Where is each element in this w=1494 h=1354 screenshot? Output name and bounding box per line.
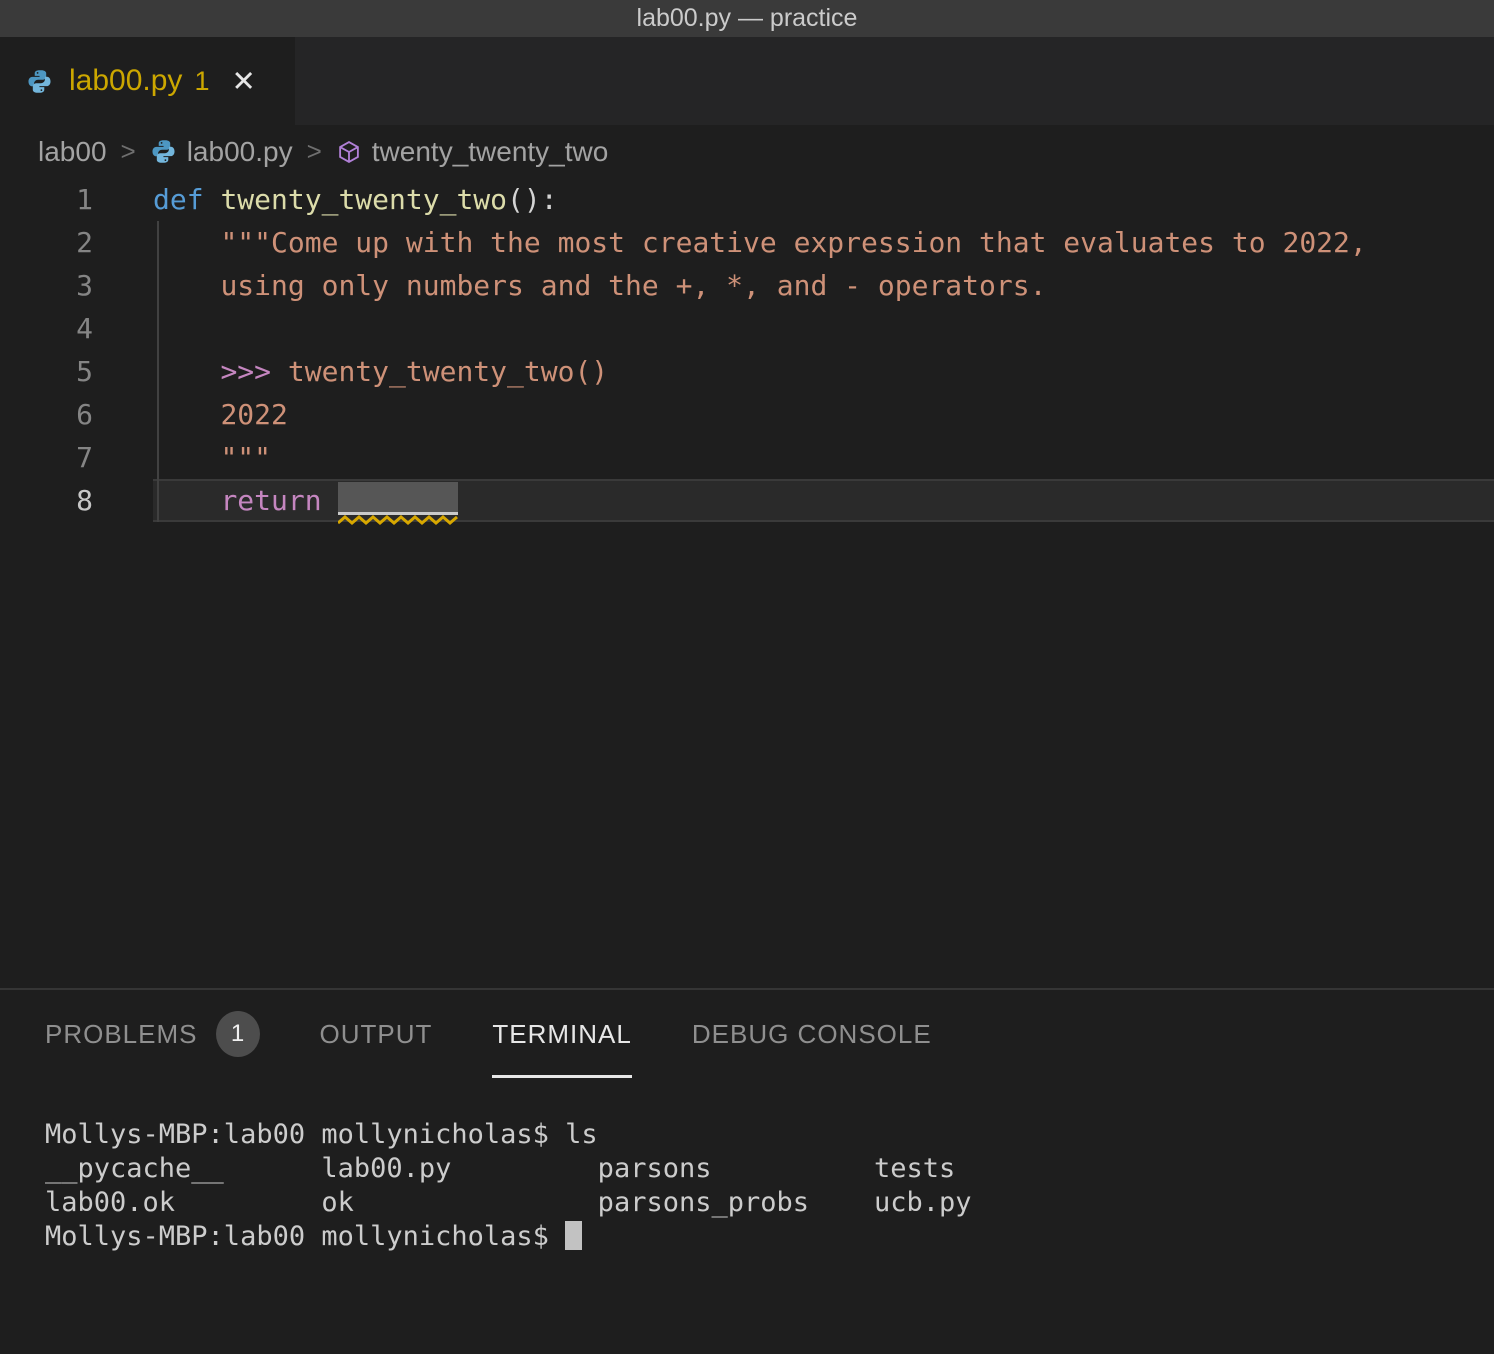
code-token — [153, 355, 220, 388]
code-line[interactable]: 1 def twenty_twenty_two(): — [0, 178, 1494, 221]
panel-tab-label: DEBUG CONSOLE — [692, 1019, 932, 1050]
code-token: (): — [507, 183, 558, 216]
panel-tab-label: TERMINAL — [492, 1019, 631, 1050]
terminal-line: Mollys-MBP:lab00 mollynicholas$ ls — [45, 1119, 598, 1150]
code-line[interactable]: 7 """ — [0, 436, 1494, 479]
panel-tab-debug-console[interactable]: DEBUG CONSOLE — [692, 990, 932, 1078]
line-body[interactable]: """ — [153, 436, 1494, 479]
terminal-output[interactable]: Mollys-MBP:lab00 mollynicholas$ ls __pyc… — [0, 1078, 1494, 1254]
tab-lab00-py[interactable]: lab00.py 1 ✕ — [0, 37, 295, 125]
line-body[interactable]: return — [153, 479, 1494, 522]
code-token: using only numbers and the +, *, and - o… — [220, 269, 1046, 302]
editor-tab-bar: lab00.py 1 ✕ — [0, 37, 1494, 125]
line-number[interactable]: 2 — [0, 221, 93, 264]
code-token: twenty_twenty_two() — [288, 355, 608, 388]
line-body[interactable]: def twenty_twenty_two(): — [153, 178, 1494, 221]
code-token — [153, 269, 220, 302]
line-body[interactable]: """Come up with the most creative expres… — [153, 221, 1494, 264]
close-icon[interactable]: ✕ — [231, 64, 255, 99]
code-token — [153, 484, 220, 517]
symbol-namespace-icon — [336, 139, 362, 165]
chevron-right-icon: > — [121, 136, 136, 167]
code-line[interactable]: 8 return — [0, 479, 1494, 522]
code-token: 2022 — [220, 398, 287, 431]
code-token: """Come up with the most creative expres… — [220, 226, 1366, 259]
terminal-cursor — [565, 1221, 582, 1250]
panel-tab-label: PROBLEMS — [45, 1019, 198, 1050]
code-line[interactable]: 5 >>> twenty_twenty_two() — [0, 350, 1494, 393]
warning-highlight-box — [338, 482, 458, 515]
line-number[interactable]: 1 — [0, 178, 93, 221]
code-token: twenty_twenty_two — [220, 183, 507, 216]
tab-label: lab00.py — [69, 64, 182, 98]
code-line[interactable]: 3 using only numbers and the +, *, and -… — [0, 264, 1494, 307]
panel-tab-bar: PROBLEMS 1 OUTPUT TERMINAL DEBUG CONSOLE — [0, 990, 1494, 1078]
warning-squiggle-icon — [338, 515, 458, 525]
code-editor[interactable]: 1def twenty_twenty_two():2 """Come up wi… — [0, 178, 1494, 988]
line-number[interactable]: 7 — [0, 436, 93, 479]
tab-problem-count: 1 — [194, 66, 209, 97]
panel-tab-label: OUTPUT — [320, 1019, 433, 1050]
problems-count-badge: 1 — [216, 1011, 260, 1057]
code-token — [153, 441, 220, 474]
code-token: >>> — [220, 355, 287, 388]
breadcrumb-label: lab00 — [38, 136, 107, 168]
breadcrumb-item-symbol[interactable]: twenty_twenty_two — [336, 136, 609, 168]
terminal-line: __pycache__ lab00.py parsons tests — [45, 1153, 955, 1184]
code-line[interactable]: 6 2022 — [0, 393, 1494, 436]
python-icon — [150, 138, 177, 165]
line-body[interactable]: >>> twenty_twenty_two() — [153, 350, 1494, 393]
breadcrumb-item-lab00-py[interactable]: lab00.py — [150, 136, 293, 168]
window-title: lab00.py — practice — [637, 4, 858, 33]
bottom-panel: PROBLEMS 1 OUTPUT TERMINAL DEBUG CONSOLE Mol… — [0, 988, 1494, 1254]
code-token — [153, 398, 220, 431]
line-body[interactable]: using only numbers and the +, *, and - o… — [153, 264, 1494, 307]
code-lines: 1def twenty_twenty_two():2 """Come up wi… — [0, 178, 1494, 522]
line-number[interactable]: 4 — [0, 307, 93, 350]
window-titlebar: lab00.py — practice — [0, 0, 1494, 37]
code-line[interactable]: 4 — [0, 307, 1494, 350]
breadcrumb-item-lab00[interactable]: lab00 — [38, 136, 107, 168]
python-icon — [26, 68, 53, 95]
line-number[interactable]: 3 — [0, 264, 93, 307]
line-body[interactable] — [153, 307, 1494, 350]
code-token: return — [220, 484, 338, 517]
code-token: """ — [220, 441, 271, 474]
panel-tab-problems[interactable]: PROBLEMS 1 — [45, 990, 260, 1078]
line-number[interactable]: 8 — [0, 479, 93, 522]
code-token: def — [153, 183, 204, 216]
terminal-line: lab00.ok ok parsons_probs ucb.py — [45, 1187, 972, 1218]
panel-tab-output[interactable]: OUTPUT — [320, 990, 433, 1078]
line-number[interactable]: 5 — [0, 350, 93, 393]
breadcrumb-label: twenty_twenty_two — [372, 136, 609, 168]
terminal-line: Mollys-MBP:lab00 mollynicholas$ — [45, 1221, 565, 1252]
indent-guide — [157, 221, 159, 522]
breadcrumb: lab00 > lab00.py > twenty_twenty_two — [0, 125, 1494, 178]
line-number[interactable]: 6 — [0, 393, 93, 436]
panel-tab-terminal[interactable]: TERMINAL — [492, 990, 631, 1078]
chevron-right-icon: > — [307, 136, 322, 167]
code-line[interactable]: 2 """Come up with the most creative expr… — [0, 221, 1494, 264]
code-token — [153, 226, 220, 259]
breadcrumb-label: lab00.py — [187, 136, 293, 168]
code-token — [204, 183, 221, 216]
line-body[interactable]: 2022 — [153, 393, 1494, 436]
